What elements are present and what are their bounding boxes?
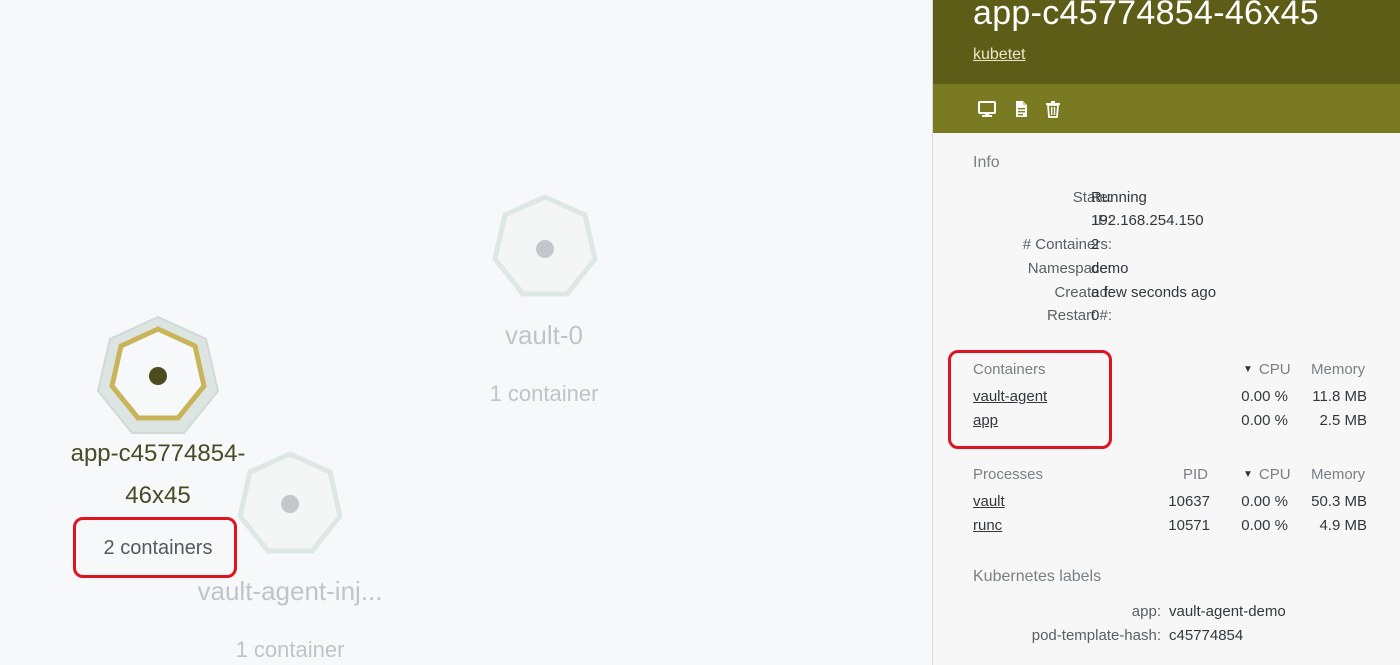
info-value-restart: 0 [1091,307,1100,324]
info-value-namespace: demo [1091,260,1129,277]
highlight-annotation [73,517,237,578]
pod-heptagon-icon [237,451,343,554]
trash-icon[interactable] [1043,99,1063,119]
labels-heading: Kubernetes labels [973,568,1102,585]
info-value-ip: 192.168.254.150 [1091,212,1204,229]
processes-memory-header[interactable]: Memory [1311,466,1365,483]
containers-memory-header[interactable]: Memory [1311,361,1365,378]
containers-cpu-header-label: CPU [1258,361,1291,378]
process-cpu: 0.00 % [1241,493,1288,510]
container-memory: 2.5 MB [1319,412,1367,429]
containers-cpu-header[interactable]: ▼ CPU [1243,361,1291,378]
node-vault-agent-injector-subtitle: 1 container [235,637,345,662]
panel-subtitle-link[interactable]: kubetet [973,46,1025,64]
highlight-annotation [948,350,1112,449]
label-key-app: app: [1131,603,1161,620]
process-link-vault[interactable]: vault [973,493,1005,510]
node-app-name-line1: app-c45774854- [70,440,246,467]
container-memory: 11.8 MB [1312,388,1367,405]
sort-caret-icon: ▼ [1243,364,1253,375]
info-key-restart: Restart #: [1046,307,1112,324]
label-value-app: vault-agent-demo [1169,603,1286,620]
monitor-icon[interactable] [977,99,997,119]
label-value-pod-template-hash: c45774854 [1169,627,1244,644]
pod-heptagon-icon [492,194,598,297]
pod-heptagon-icon [96,315,220,434]
panel-toolbar [933,84,1400,133]
process-memory: 4.9 MB [1319,517,1367,534]
process-pid: 10637 [1168,493,1210,510]
topology-canvas[interactable]: vault-0 1 container vault-agent-inj... 1… [0,0,932,665]
container-cpu: 0.00 % [1241,412,1288,429]
panel-header: app-c45774854-46x45 kubetet [933,0,1400,84]
node-vault-agent-injector-name: vault-agent-inj... [197,576,383,606]
document-icon[interactable] [1011,99,1031,119]
process-link-runc[interactable]: runc [973,517,1002,534]
info-value-containers: 2 [1091,236,1100,253]
label-key-pod-template-hash: pod-template-hash: [1031,627,1161,644]
sort-caret-icon: ▼ [1243,469,1253,480]
processes-heading: Processes [973,466,1044,483]
processes-cpu-header-label: CPU [1258,466,1291,483]
node-vault-0[interactable] [490,193,600,303]
info-value-created: a few seconds ago [1091,284,1217,301]
node-vault-0-name: vault-0 [504,320,584,350]
panel-title: app-c45774854-46x45 [973,0,1319,32]
node-vault-0-subtitle: 1 container [489,381,599,406]
processes-cpu-header[interactable]: ▼ CPU [1243,466,1291,483]
node-app[interactable] [95,315,221,441]
node-app-name-line2: 46x45 [125,482,191,509]
container-cpu: 0.00 % [1241,388,1288,405]
process-pid: 10571 [1168,517,1210,534]
node-vault-agent-injector[interactable] [235,450,345,560]
process-memory: 50.3 MB [1311,493,1367,510]
processes-pid-header[interactable]: PID [1183,466,1208,483]
details-panel: app-c45774854-46x45 kubetet Info State: … [932,0,1400,665]
info-heading: Info [973,154,1000,171]
info-value-state: Running [1091,189,1147,206]
process-cpu: 0.00 % [1241,517,1288,534]
